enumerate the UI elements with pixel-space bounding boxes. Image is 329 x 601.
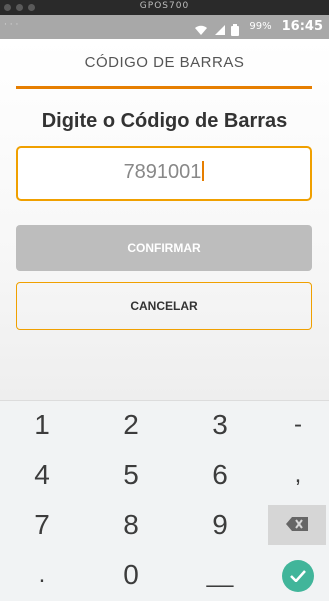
numeric-keypad: 1 2 3 - 4 5 6 , 7 8 9 . 0 __ [0, 400, 329, 601]
key-6[interactable]: 6 [180, 453, 260, 497]
barcode-prompt: Digite o Código de Barras [41, 110, 288, 132]
status-bar: · · · 99% 16:45 [0, 15, 329, 39]
key-4[interactable]: 4 [2, 453, 82, 497]
key-5[interactable]: 5 [91, 453, 171, 497]
title-underline [16, 86, 312, 89]
barcode-input-value: 7891001 [123, 161, 202, 183]
key-7[interactable]: 7 [2, 503, 82, 547]
key-minus[interactable]: - [258, 403, 329, 447]
key-space[interactable]: __ [180, 553, 260, 597]
window-titlebar: GPOS700 [0, 0, 329, 15]
key-8[interactable]: 8 [91, 503, 171, 547]
key-comma[interactable]: , [258, 453, 329, 497]
wifi-icon [195, 21, 208, 35]
key-9[interactable]: 9 [180, 503, 260, 547]
battery-icon [231, 21, 243, 36]
cancel-button[interactable]: CANCELAR [16, 282, 312, 330]
battery-percent: 99% [249, 21, 272, 32]
key-3[interactable]: 3 [180, 403, 260, 447]
text-cursor [202, 161, 205, 181]
page-title: CÓDIGO DE BARRAS [84, 54, 245, 71]
check-icon [290, 567, 306, 586]
status-clock: 16:45 [281, 19, 323, 34]
status-notification-dots: · · · [4, 20, 19, 30]
key-1[interactable]: 1 [2, 403, 82, 447]
key-period[interactable]: . [2, 553, 82, 597]
key-0[interactable]: 0 [91, 553, 171, 597]
key-2[interactable]: 2 [91, 403, 171, 447]
signal-icon [213, 21, 226, 35]
backspace-icon [286, 516, 308, 535]
backspace-key[interactable] [268, 505, 326, 545]
barcode-input[interactable]: 7891001 [16, 146, 312, 201]
done-key[interactable] [282, 560, 314, 592]
barcode-screen: CÓDIGO DE BARRAS Digite o Código de Barr… [0, 39, 329, 400]
confirm-button[interactable]: CONFIRMAR [16, 225, 312, 271]
window-title: GPOS700 [139, 1, 190, 11]
